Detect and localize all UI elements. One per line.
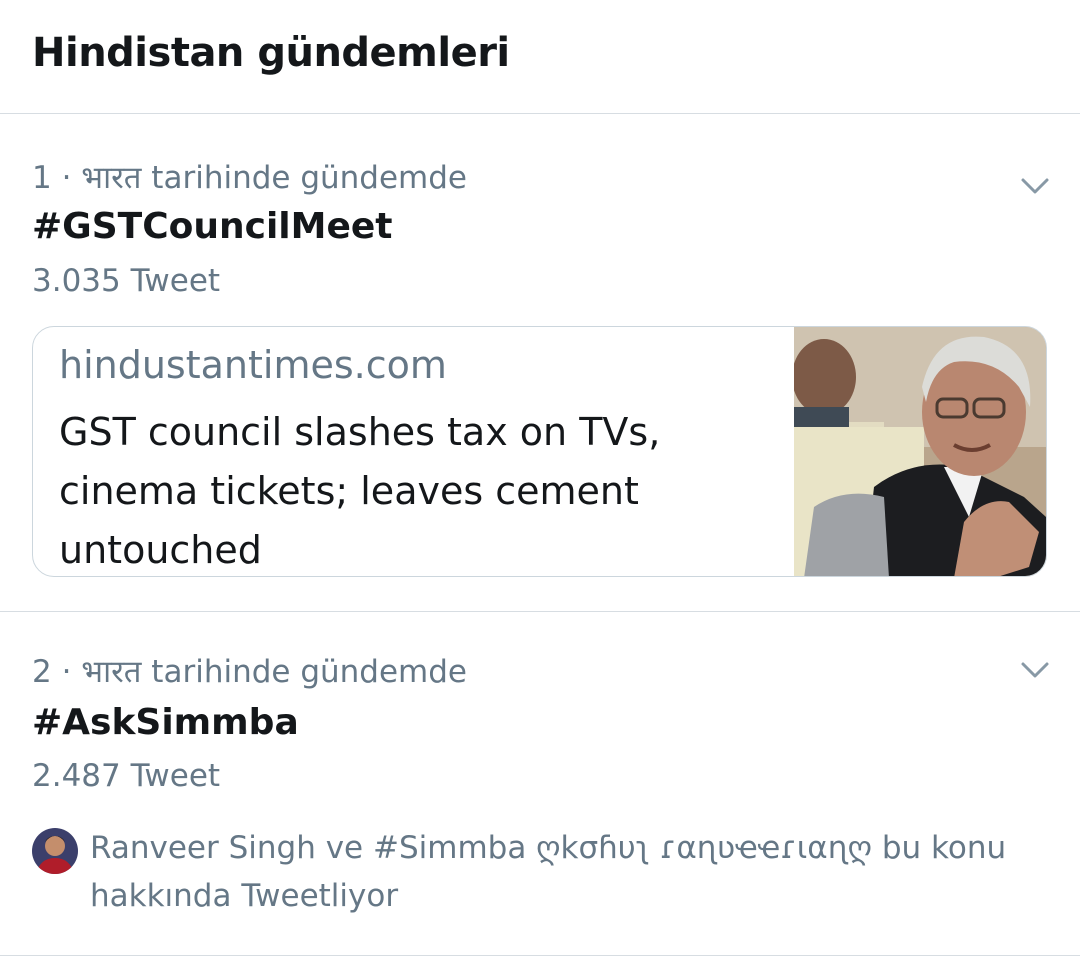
trend-item[interactable]: 1 · भारत tarihinde gündemde #GSTCouncilM… [0,114,1080,612]
page-title: Hindistan gündemleri [32,29,510,76]
card-headline: GST council slashes tax on TVs, cinema t… [59,410,661,572]
trend-item[interactable]: 2 · भारत tarihinde gündemde #AskSimmba 2… [0,612,1080,956]
chevron-down-icon[interactable] [1020,660,1050,680]
card-thumbnail [794,327,1046,576]
context-text: Ranveer Singh ve #Simmba ღkσɦυʅ ɾαɳʋҽҽɾι… [90,830,1007,914]
section-header: Hindistan gündemleri [0,0,1080,114]
trend-hashtag[interactable]: #GSTCouncilMeet [32,206,393,247]
link-card[interactable]: hindustantimes.com GST council slashes t… [32,326,1047,577]
tweet-count: 3.035 Tweet [32,263,221,299]
card-domain: hindustantimes.com [59,343,447,387]
trend-hashtag[interactable]: #AskSimmba [32,702,299,743]
trend-context: Ranveer Singh ve #Simmba ღkσɦυʅ ɾαɳʋҽҽɾι… [32,824,1052,920]
chevron-down-icon[interactable] [1020,176,1050,196]
trend-meta: 1 · भारत tarihinde gündemde [32,160,468,196]
tweet-count: 2.487 Tweet [32,758,221,794]
trend-meta: 2 · भारत tarihinde gündemde [32,654,468,690]
avatar [32,828,78,874]
